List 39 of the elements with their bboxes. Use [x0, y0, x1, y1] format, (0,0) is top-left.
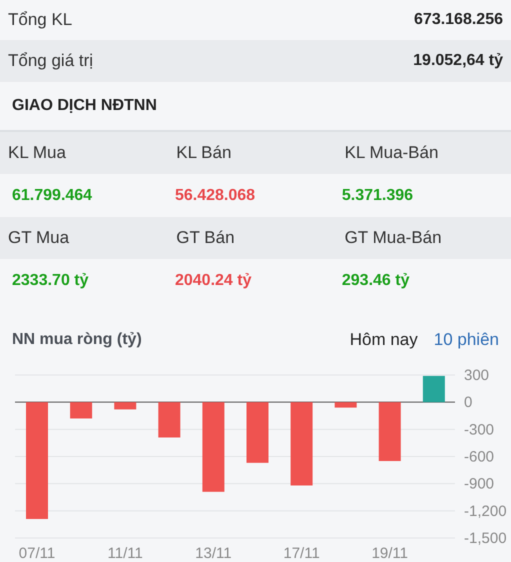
chart-title: NN mua ròng (tỷ)	[12, 330, 142, 350]
bar	[378, 402, 401, 462]
stat-label: KL Mua-Bán	[344, 142, 440, 164]
stat-value: 293.46 tỷ	[342, 270, 410, 290]
y-axis-label: -300	[464, 421, 494, 438]
bar	[422, 376, 445, 402]
y-axis-label: 300	[464, 367, 490, 384]
stat-label: GT Mua	[8, 227, 70, 250]
y-axis-label: 0	[464, 394, 472, 412]
summary-value: 673.168.256	[414, 10, 503, 30]
stat-value: 2040.24 tỷ	[174, 270, 252, 290]
y-axis-label: -1,200	[464, 502, 507, 520]
stat-label: KL Mua	[8, 142, 67, 164]
summary-label: Tổng KL	[8, 9, 72, 32]
y-axis-label: -900	[464, 476, 494, 493]
section-title: GIAO DỊCH NĐTNN	[12, 96, 157, 116]
stat-label: GT Bán	[176, 227, 236, 250]
x-axis-label: 13/11	[195, 545, 232, 562]
stat-value: 61.799.464	[12, 186, 94, 206]
x-axis-label: 11/11	[108, 545, 143, 562]
chart-tab[interactable]: 10 phiên	[434, 326, 499, 352]
bar	[246, 402, 268, 463]
summary-label: Tổng giá trị	[8, 50, 94, 72]
stat-label: GT Mua-Bán	[344, 227, 443, 250]
stat-label: KL Bán	[176, 142, 232, 164]
chart-tab[interactable]: Hôm nay	[350, 326, 418, 352]
y-axis-label: -1,500	[464, 530, 507, 547]
bar	[70, 402, 92, 418]
x-axis-label: 07/11	[18, 545, 56, 562]
bar	[114, 402, 136, 410]
x-axis-label: 17/11	[283, 545, 320, 562]
stat-value: 5.371.396	[342, 186, 414, 206]
x-axis-label: 19/11	[372, 545, 408, 562]
stat-value: 56.428.068	[174, 186, 256, 206]
bar	[334, 402, 357, 408]
summary-value: 19.052,64 tỷ	[413, 51, 503, 71]
stat-value: 2333.70 tỷ	[12, 270, 90, 290]
y-axis-label: -600	[464, 448, 494, 466]
bar	[158, 402, 180, 438]
